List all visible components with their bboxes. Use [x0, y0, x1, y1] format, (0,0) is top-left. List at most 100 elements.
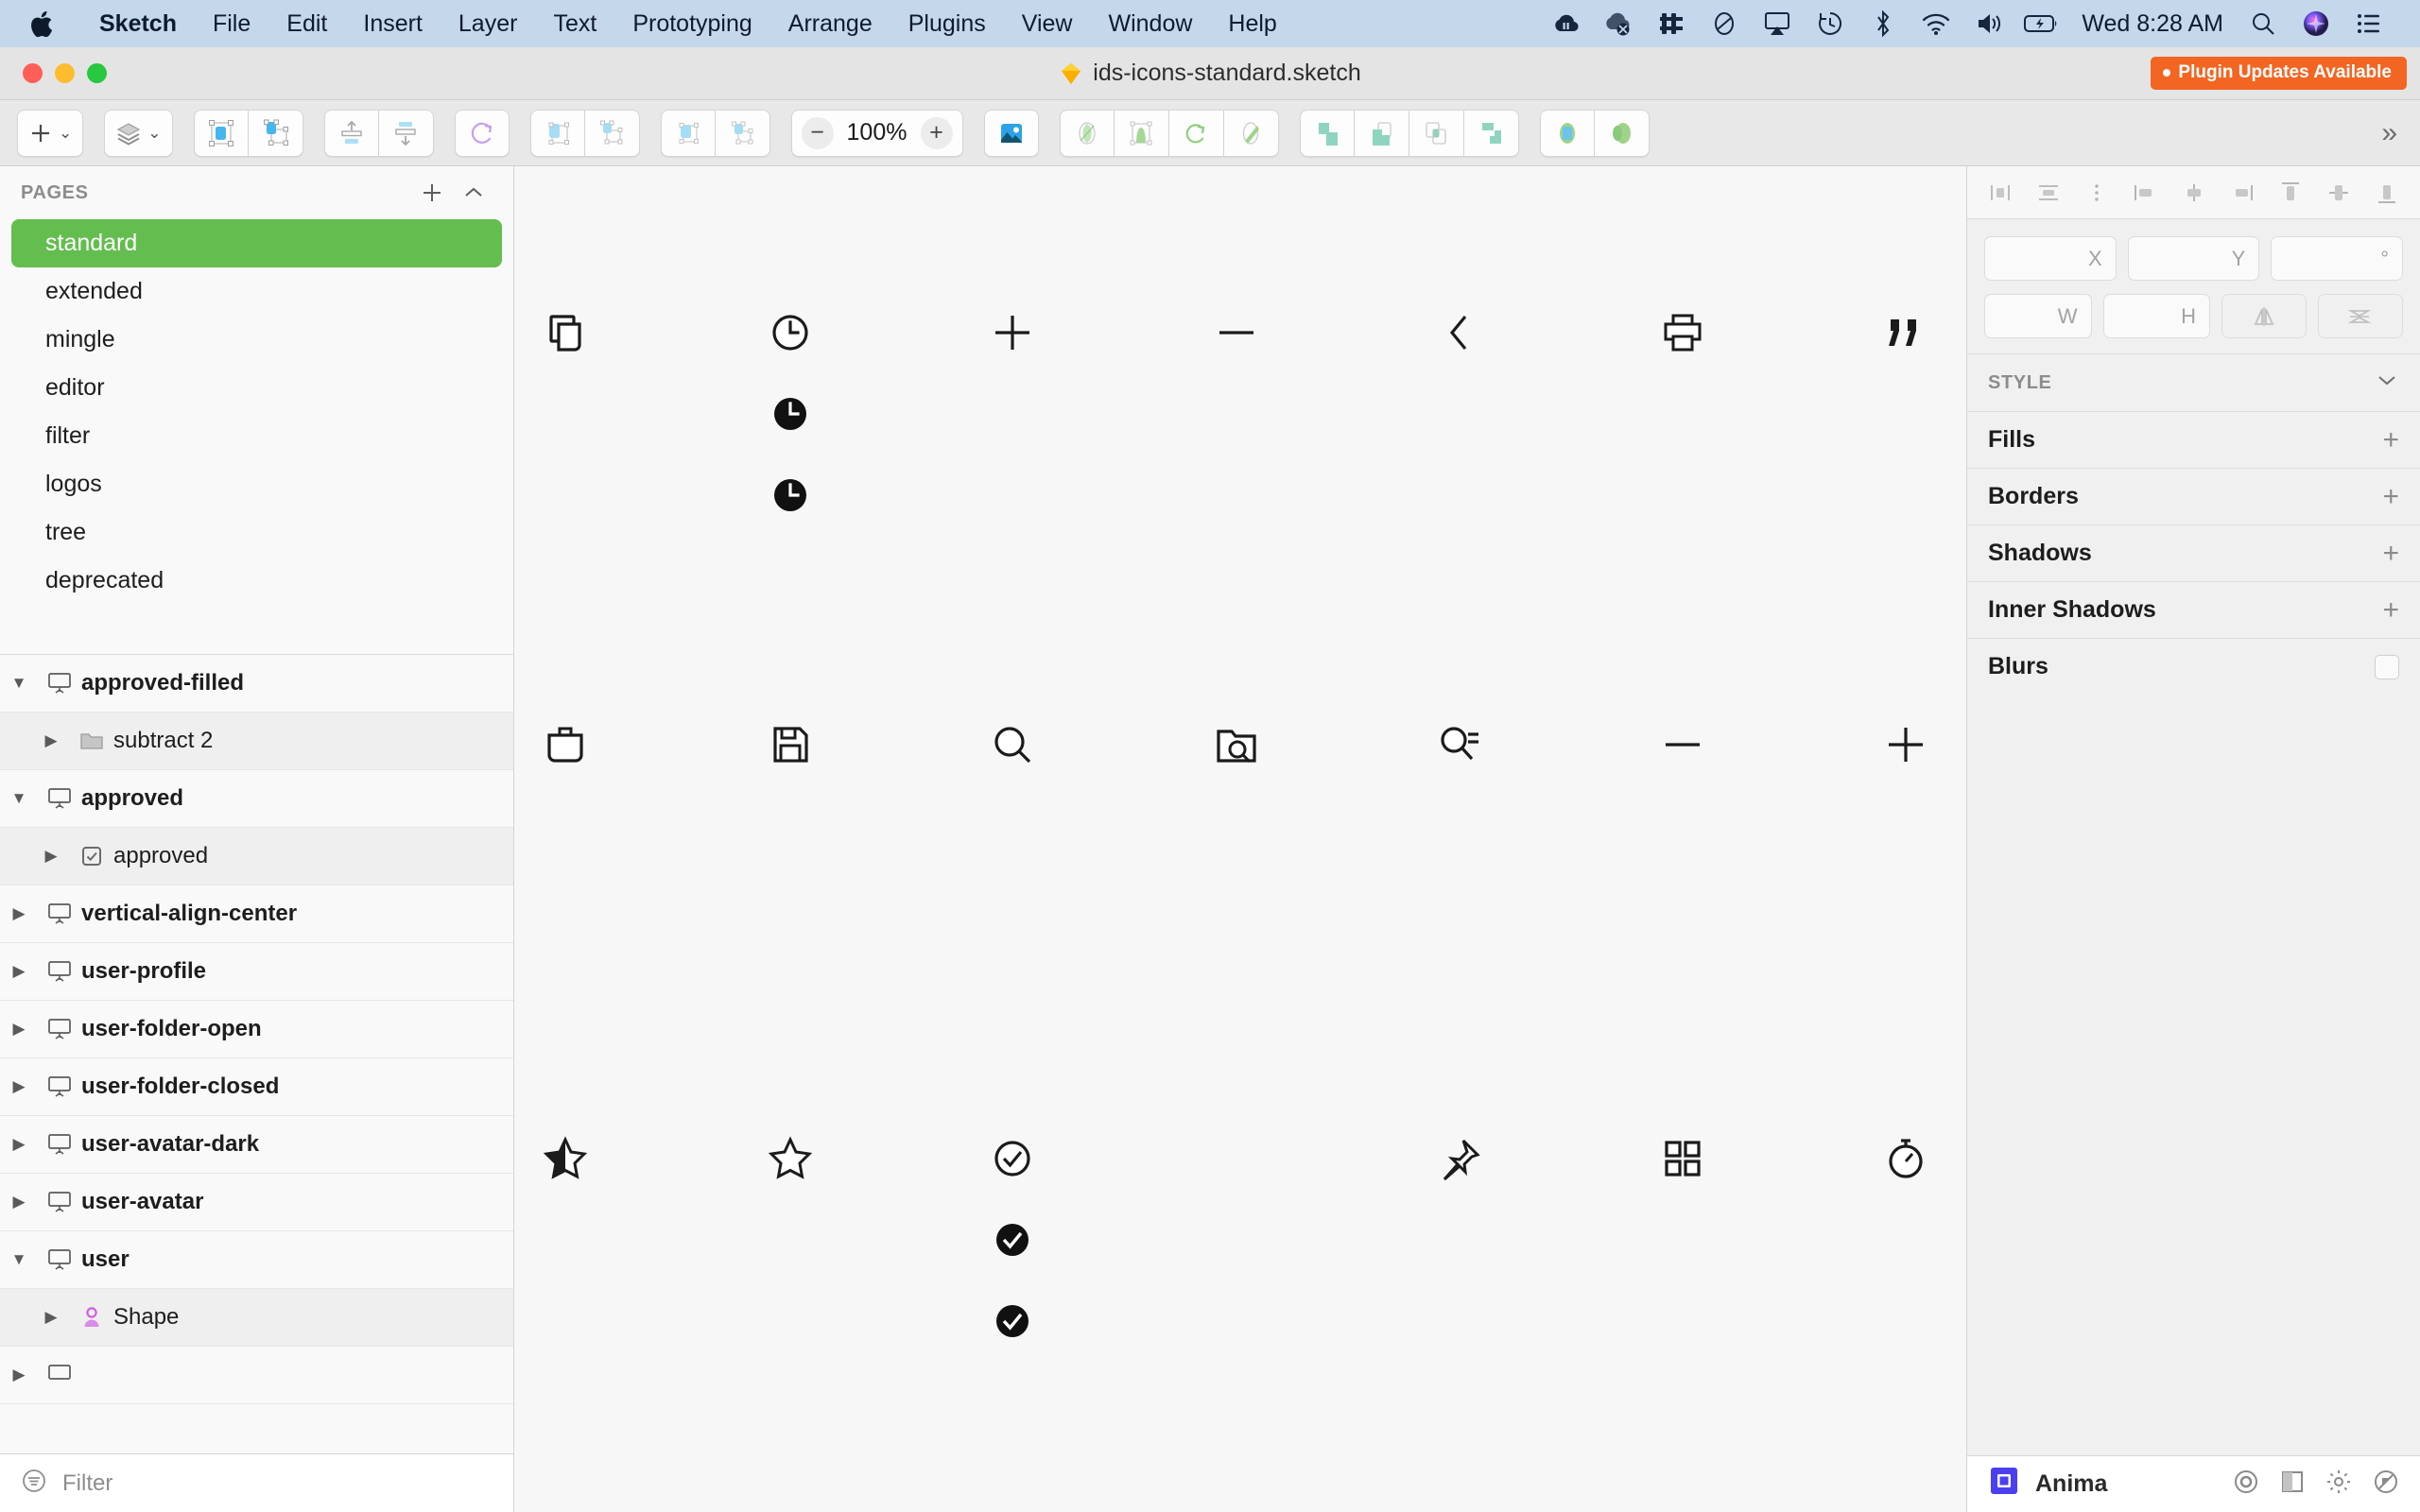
align-right-icon[interactable]	[2224, 175, 2260, 211]
canvas-icon-approved[interactable]	[984, 1130, 1041, 1187]
canvas-icon-clock[interactable]	[762, 304, 819, 361]
page-item-logos[interactable]: logos	[11, 460, 502, 508]
canvas-icon-approved-filled[interactable]	[984, 1211, 1041, 1268]
layer-row-shape[interactable]: ▶ Shape	[0, 1289, 513, 1347]
shape-flatten-button[interactable]	[1594, 109, 1650, 157]
canvas-icon-clock-filled[interactable]	[762, 386, 819, 442]
insert-button[interactable]: ⌄	[17, 109, 84, 157]
menu-item-help[interactable]: Help	[1210, 10, 1294, 38]
menu-item-plugins[interactable]: Plugins	[890, 10, 1004, 38]
anima-target-icon[interactable]	[2233, 1469, 2259, 1500]
rotate-copies-button[interactable]	[454, 109, 510, 157]
zoom-out-button[interactable]: −	[801, 116, 834, 149]
airplay-icon[interactable]	[1751, 5, 1804, 43]
x-field[interactable]: X	[1984, 236, 2117, 281]
page-item-extended[interactable]: extended	[11, 267, 502, 316]
control-center-icon[interactable]	[2342, 5, 2395, 43]
search-icon[interactable]	[2237, 5, 2290, 43]
menu-bar-clock[interactable]: Wed 8:28 AM	[2068, 10, 2237, 38]
layer-row-approved[interactable]: ▼ approved	[0, 770, 513, 828]
add-page-button[interactable]	[411, 172, 453, 214]
cloud-disabled-icon[interactable]	[1592, 5, 1645, 43]
chevron-down-icon[interactable]	[2375, 368, 2399, 398]
zoom-button[interactable]	[87, 63, 107, 83]
align-bottom-icon[interactable]	[2369, 175, 2405, 211]
plugin-updates-badge[interactable]: Plugin Updates Available	[2151, 57, 2407, 90]
blurs-checkbox[interactable]	[2375, 654, 2399, 679]
canvas-icon-search[interactable]	[984, 716, 1041, 773]
canvas-icon-chevron-left[interactable]	[1431, 304, 1488, 361]
menu-item-view[interactable]: View	[1004, 10, 1091, 38]
cloud-pause-icon[interactable]	[1539, 5, 1592, 43]
layer-row-approved-filled[interactable]: ▼ approved-filled	[0, 655, 513, 713]
canvas-icon-grid[interactable]	[1654, 1130, 1711, 1187]
collapse-pages-button[interactable]	[453, 172, 494, 214]
send-to-back-button[interactable]	[323, 109, 379, 157]
menu-item-edit[interactable]: Edit	[268, 10, 345, 38]
layer-row-subtract-2[interactable]: ▶ subtract 2	[0, 713, 513, 770]
canvas-icon-timer[interactable]	[1877, 1130, 1934, 1187]
menu-item-file[interactable]: File	[195, 10, 268, 38]
width-field[interactable]: W	[1984, 294, 2092, 338]
rotate-copy-button[interactable]	[1168, 109, 1224, 157]
canvas-icon-star-half[interactable]	[537, 1130, 594, 1187]
menu-item-sketch[interactable]: Sketch	[81, 10, 195, 38]
boolean-difference-button[interactable]	[1463, 109, 1519, 157]
menu-item-window[interactable]: Window	[1090, 10, 1210, 38]
layers-stack-button[interactable]: ⌄	[104, 109, 173, 157]
flip-vertical-icon[interactable]	[2318, 294, 2403, 338]
volume-icon[interactable]	[1962, 5, 2015, 43]
design-canvas[interactable]	[514, 166, 1966, 1512]
page-item-tree[interactable]: tree	[11, 508, 502, 557]
anima-disable-icon[interactable]	[2373, 1469, 2399, 1500]
disclosure-right-icon[interactable]: ▶	[0, 1020, 38, 1039]
canvas-icon-plus-large[interactable]	[1877, 716, 1934, 773]
canvas-icon-pin[interactable]	[1431, 1130, 1488, 1187]
style-row-shadows[interactable]: Shadows +	[1967, 524, 2420, 581]
align-center-vertical-icon[interactable]	[2321, 175, 2357, 211]
filter-input[interactable]: Filter	[62, 1470, 112, 1497]
detach-symbol-button[interactable]	[248, 109, 303, 157]
menu-item-arrange[interactable]: Arrange	[770, 10, 890, 38]
layer-row-user-profile[interactable]: ▶ user-profile	[0, 943, 513, 1001]
rotation-field[interactable]: °	[2271, 236, 2404, 281]
style-row-fills[interactable]: Fills +	[1967, 411, 2420, 468]
canvas-icon-minus-large[interactable]	[1654, 716, 1711, 773]
bring-to-front-button[interactable]	[378, 109, 434, 157]
layer-row-user[interactable]: ▼ user	[0, 1231, 513, 1289]
canvas-icon-print[interactable]	[1654, 304, 1711, 361]
image-button[interactable]	[983, 109, 1039, 157]
sketch-cloud-icon[interactable]	[1698, 5, 1751, 43]
disclosure-down-icon[interactable]: ▼	[0, 674, 38, 693]
bluetooth-icon[interactable]	[1857, 5, 1910, 43]
canvas-icon-copy[interactable]	[537, 304, 594, 361]
style-row-borders[interactable]: Borders +	[1967, 468, 2420, 524]
menu-item-prototyping[interactable]: Prototyping	[614, 10, 769, 38]
layer-filter-bar[interactable]: Filter	[0, 1453, 513, 1512]
menu-item-insert[interactable]: Insert	[345, 10, 441, 38]
canvas-icon-star-outline[interactable]	[762, 1130, 819, 1187]
zoom-all-button[interactable]	[715, 109, 770, 157]
style-row-inner-shadows[interactable]: Inner Shadows +	[1967, 581, 2420, 638]
menu-item-layer[interactable]: Layer	[441, 10, 536, 38]
canvas-icon-search-list[interactable]	[1431, 716, 1488, 773]
align-left-edges-icon[interactable]	[1982, 175, 2018, 211]
anima-split-icon[interactable]	[2280, 1469, 2305, 1500]
disclosure-right-icon[interactable]: ▶	[0, 904, 38, 923]
canvas-icon-clock-filled[interactable]	[762, 467, 819, 524]
add-fill-button[interactable]: +	[2382, 425, 2399, 455]
boolean-union-button[interactable]	[1299, 109, 1355, 157]
time-machine-icon[interactable]	[1804, 5, 1857, 43]
layer-row-vertical-align-center[interactable]: ▶ vertical-align-center	[0, 885, 513, 943]
y-field[interactable]: Y	[2127, 236, 2260, 281]
close-button[interactable]	[23, 63, 43, 83]
canvas-icon-save[interactable]	[762, 716, 819, 773]
add-shadow-button[interactable]: +	[2382, 539, 2399, 568]
canvas-icon-quote[interactable]	[1877, 304, 1934, 361]
layer-row-partial[interactable]: ▶	[0, 1347, 513, 1404]
align-top-icon[interactable]	[2273, 175, 2308, 211]
disclosure-right-icon[interactable]: ▶	[32, 1308, 70, 1327]
zoom-in-button[interactable]: +	[920, 116, 953, 149]
make-grid-button[interactable]	[529, 109, 585, 157]
menu-item-text[interactable]: Text	[535, 10, 614, 38]
